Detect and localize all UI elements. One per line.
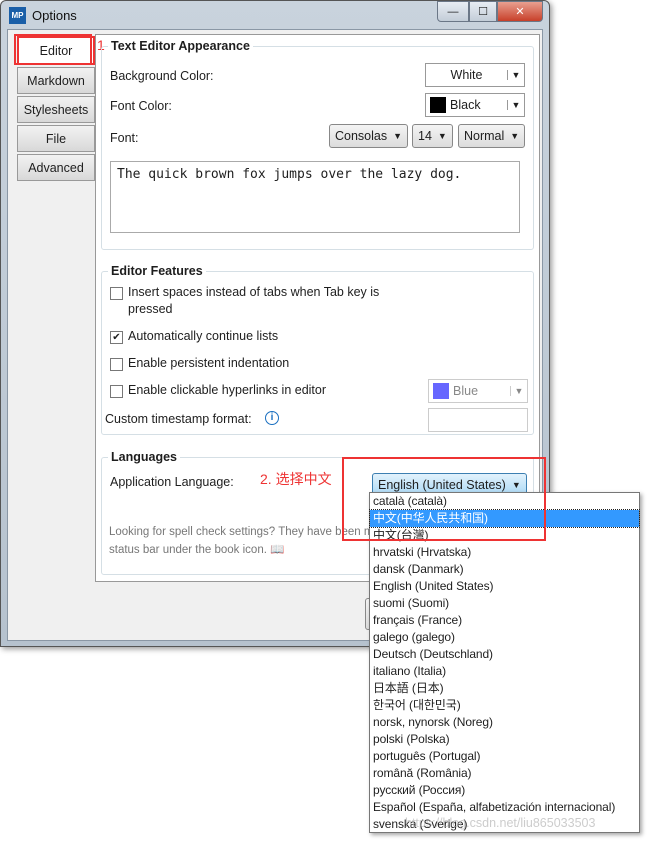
language-option[interactable]: русский (Россия) <box>370 782 639 799</box>
chevron-down-icon: ▼ <box>507 100 524 110</box>
font-family-combo[interactable]: Consolas ▼ <box>329 124 409 148</box>
language-option[interactable]: suomi (Suomi) <box>370 595 639 612</box>
tab-markdown[interactable]: Markdown <box>17 67 95 94</box>
window-title: Options <box>32 7 77 23</box>
close-button[interactable]: ✕ <box>497 1 543 22</box>
link-color-value: Blue <box>453 384 479 398</box>
language-option[interactable]: dansk (Danmark) <box>370 561 639 578</box>
chevron-down-icon: ▼ <box>510 386 527 396</box>
font-color-label: Font Color: <box>110 99 172 113</box>
language-option[interactable]: Español (España, alfabetización internac… <box>370 799 639 816</box>
chevron-down-icon: ▼ <box>437 131 447 141</box>
tab-stylesheets[interactable]: Stylesheets <box>17 96 95 123</box>
appearance-group: Text Editor Appearance Background Color:… <box>101 39 534 250</box>
language-dropdown-list[interactable]: català (català) 中文(中华人民共和国) 中文(台灣) hrvatski… <box>369 492 640 833</box>
maximize-button[interactable]: ☐ <box>469 1 497 22</box>
bg-color-combo[interactable]: White ▼ <box>425 63 525 87</box>
bg-color-value: White <box>450 68 483 82</box>
chevron-down-icon: ▼ <box>507 70 524 80</box>
language-option[interactable]: italiano (Italia) <box>370 663 639 680</box>
font-weight-value: Normal <box>464 129 505 143</box>
checkbox-label: Insert spaces instead of tabs when Tab k… <box>128 285 380 316</box>
timestamp-input[interactable] <box>428 408 528 432</box>
features-group: Editor Features Insert spaces instead of… <box>101 264 534 435</box>
clickable-links-checkbox[interactable]: Enable clickable hyperlinks in editor <box>110 382 410 399</box>
font-weight-combo[interactable]: Normal ▼ <box>458 124 526 148</box>
font-size-combo[interactable]: 14 ▼ <box>412 124 453 148</box>
font-color-combo[interactable]: Black ▼ <box>425 93 525 117</box>
language-option[interactable]: norsk, nynorsk (Noreg) <box>370 714 639 731</box>
font-preview-box: The quick brown fox jumps over the lazy … <box>110 161 520 233</box>
checkbox-label: Automatically continue lists <box>128 329 279 343</box>
checkbox-icon <box>110 358 123 371</box>
language-option[interactable]: English (United States) <box>370 578 639 595</box>
watermark: https://blog.csdn.net/liu865033503 <box>405 816 596 830</box>
checkbox-label: Enable clickable hyperlinks in editor <box>128 383 327 397</box>
app-language-label: Application Language: <box>110 475 234 489</box>
language-option[interactable]: français (France) <box>370 612 639 629</box>
persistent-indent-checkbox[interactable]: Enable persistent indentation <box>110 355 410 372</box>
checkbox-icon <box>110 287 123 300</box>
font-size-value: 14 <box>418 129 432 143</box>
tab-advanced[interactable]: Advanced <box>17 154 95 181</box>
language-option[interactable]: galego (galego) <box>370 629 639 646</box>
title-bar: MP Options <box>9 4 77 26</box>
checkmark-icon: ✔ <box>110 331 123 344</box>
features-header: Editor Features <box>108 264 206 278</box>
continue-lists-checkbox[interactable]: ✔ Automatically continue lists <box>110 328 410 345</box>
color-swatch <box>433 383 449 399</box>
font-family-value: Consolas <box>335 129 388 143</box>
language-option[interactable]: 한국어 (대한민국) <box>370 697 639 714</box>
chevron-down-icon: ▼ <box>510 131 520 141</box>
chevron-down-icon: ▼ <box>393 131 403 141</box>
info-icon[interactable]: i <box>265 411 279 425</box>
spell-check-note-2: status bar under the book icon. 📖 <box>109 544 285 556</box>
language-option[interactable]: 日本語 (日本) <box>370 680 639 697</box>
checkbox-label: Enable persistent indentation <box>128 356 290 370</box>
font-color-value: Black <box>450 98 481 112</box>
tab-file[interactable]: File <box>17 125 95 152</box>
checkbox-icon <box>110 385 123 398</box>
minimize-button[interactable]: — <box>437 1 469 22</box>
link-color-combo[interactable]: Blue ▼ <box>428 379 528 403</box>
language-option[interactable]: polski (Polska) <box>370 731 639 748</box>
language-option[interactable]: română (România) <box>370 765 639 782</box>
app-logo: MP <box>9 6 26 24</box>
languages-header: Languages <box>108 450 180 464</box>
annotation-box-2 <box>342 457 546 541</box>
language-option[interactable]: hrvatski (Hrvatska) <box>370 544 639 561</box>
language-option[interactable]: Deutsch (Deutschland) <box>370 646 639 663</box>
annotation-box-1 <box>14 34 92 65</box>
language-option[interactable]: português (Portugal) <box>370 748 639 765</box>
annotation-step2: 2. 选择中文 <box>260 471 332 487</box>
font-label: Font: <box>110 131 139 145</box>
bg-color-label: Background Color: <box>110 69 214 83</box>
spell-check-note: Looking for spell check settings? They h… <box>109 526 374 538</box>
color-swatch <box>430 97 446 113</box>
appearance-header: Text Editor Appearance <box>108 39 253 53</box>
timestamp-label: Custom timestamp format: <box>105 412 252 426</box>
insert-spaces-checkbox[interactable]: Insert spaces instead of tabs when Tab k… <box>110 284 410 318</box>
